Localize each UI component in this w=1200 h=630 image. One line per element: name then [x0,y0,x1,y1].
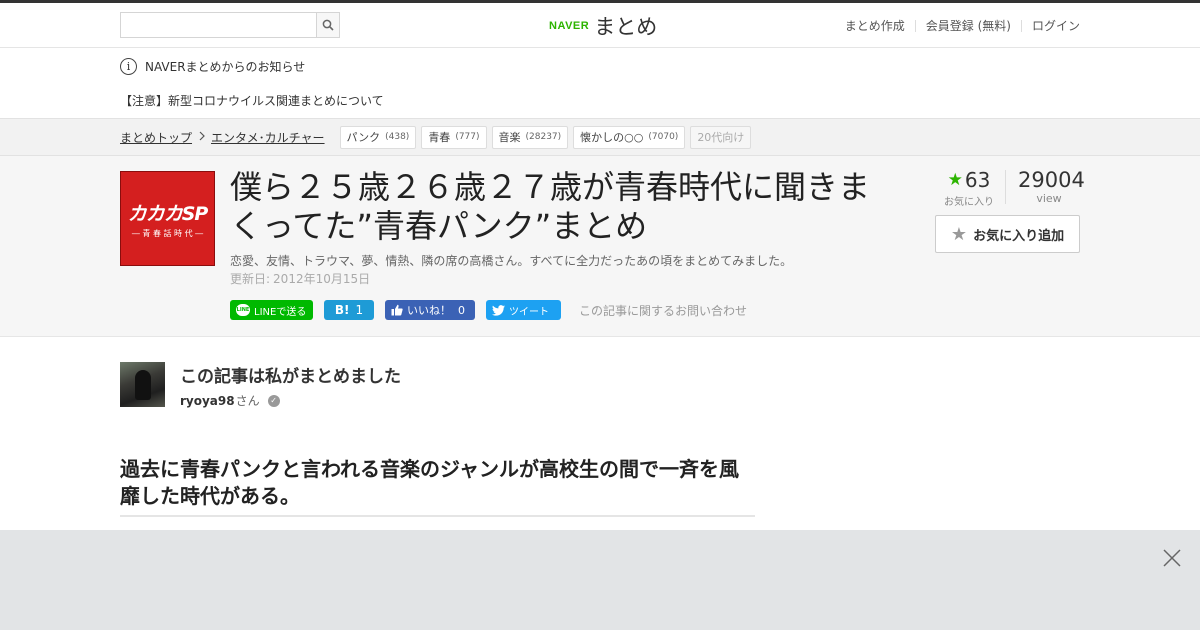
site-logo[interactable]: NAVER まとめ [549,11,657,41]
notice-title: i NAVERまとめからのお知らせ [120,58,305,75]
notice-section: i NAVERまとめからのお知らせ 【注意】新型コロナウイルス関連まとめについて [0,48,1200,118]
thumbnail-subtext: ― 青 春 話 時 代 ― [131,228,204,238]
tag-label: 懐かしの○○ [580,131,644,144]
verified-check-icon: ✓ [267,394,280,407]
tag-count: (777) [455,132,480,142]
tag-item[interactable]: パンク (438) [339,125,417,149]
line-share-button[interactable]: LINE LINEで送る [230,300,313,320]
tag-count: (28237) [525,132,562,142]
article-description: 恋愛、友情、トラウマ、夢、情熱、隣の席の高橋さん。すべてに全力だったあの頃をまと… [230,254,793,268]
add-favorite-label: お気に入り追加 [973,228,1065,244]
hatena-bookmark-button[interactable]: B! 1 [324,300,374,320]
author-heading: この記事は私がまとめました [180,367,401,387]
favorite-label: お気に入り [944,197,994,208]
hatena-icon: B! [334,303,350,317]
tweet-button[interactable]: ツイート [486,300,561,320]
author-suffix: さん [235,394,260,408]
search-icon [322,19,334,31]
add-favorite-button[interactable]: ★ お気に入り追加 [935,215,1080,253]
header-nav: まとめ作成 会員登録 (無料) ログイン [845,17,1080,34]
author-section: この記事は私がまとめました ryoya98 さん ✓ [0,337,1200,437]
view-number: 29004 [1018,168,1085,192]
tweet-label: ツイート [509,306,549,318]
line-icon: LINE [236,304,250,316]
facebook-like-count: 0 [458,303,465,317]
tag-list: パンク (438) 青春 (777) 音楽 (28237) 懐かしの○○ (7070) … [339,125,757,149]
site-header: NAVER まとめ まとめ作成 会員登録 (無料) ログイン [0,3,1200,48]
stats-divider [1005,170,1006,204]
search-input[interactable] [120,12,316,38]
breadcrumb-top[interactable]: まとめトップ [120,129,192,146]
avatar-figure [135,370,151,400]
tag-count: (438) [385,132,410,142]
tag-label: 青春 [428,131,451,144]
notice-link[interactable]: 【注意】新型コロナウイルス関連まとめについて [120,92,384,109]
star-icon: ★ [947,170,963,190]
tag-label: 20代向け [697,131,745,144]
breadcrumb-category[interactable]: エンタメ･カルチャー [211,129,325,146]
chevron-right-icon [199,131,205,144]
search-box [120,12,340,38]
line-share-label: LINEで送る [254,306,307,318]
article-header: カカカSP ― 青 春 話 時 代 ― 僕ら２５歳２６歳２７歳が青春時代に聞きま… [0,156,1200,337]
updated-value: 2012年10月15日 [273,272,371,286]
favorite-number: 63 [964,168,991,192]
tag-count: (7070) [648,132,679,142]
view-label: view [1036,192,1062,205]
updated-label: 更新日: [230,272,271,286]
favorite-count: ★ 63 お気に入り [933,168,1005,208]
nav-register[interactable]: 会員登録 (無料) [926,17,1011,34]
tag-item[interactable]: 青春 (777) [421,125,487,149]
author-name-row: ryoya98 さん ✓ [180,392,280,409]
facebook-like-label: いいね！ [407,304,451,317]
author-name[interactable]: ryoya98 [180,394,235,408]
view-count: 29004 view [1018,168,1085,208]
hatena-count: 1 [355,303,364,317]
nav-divider [914,19,916,32]
tag-item[interactable]: 音楽 (28237) [491,125,569,149]
inquiry-link[interactable]: この記事に関するお問い合わせ [579,302,747,319]
twitter-bird-icon [492,304,505,316]
nav-login[interactable]: ログイン [1032,17,1080,34]
logo-naver: NAVER [549,20,590,32]
breadcrumb: まとめトップ エンタメ･カルチャー パンク (438) 青春 (777) 音楽 (28… [0,118,1200,156]
notice-title-text: NAVERまとめからのお知らせ [145,60,306,74]
nav-create-matome[interactable]: まとめ作成 [845,17,905,34]
tag-item[interactable]: 懐かしの○○ (7070) [573,125,686,149]
tag-label: パンク [346,131,381,144]
star-outline-icon: ★ [950,223,968,245]
search-button[interactable] [316,12,340,38]
info-icon: i [120,58,137,75]
avatar[interactable] [120,362,165,407]
page-title: 僕ら２５歳２６歳２７歳が青春時代に聞きまくってた”青春パンク”まとめ [230,168,871,245]
article-stats: ★ 63 お気に入り 29004 view [933,168,1085,208]
logo-matome: まとめ [594,15,658,39]
tag-item[interactable]: 20代向け [690,125,752,149]
thumbs-up-icon [391,304,403,316]
ad-banner [0,530,1200,630]
share-buttons: LINE LINEで送る B! 1 いいね！ 0 ツイート この記事に関するお問… [230,300,747,320]
thumbnail-text: カカカSP [127,202,209,225]
tag-label: 音楽 [498,131,521,144]
nav-divider [1020,19,1022,32]
section-heading: 過去に青春パンクと言われる音楽のジャンルが高校生の間で一斉を風靡した時代がある。 [120,456,755,517]
close-icon[interactable] [1161,547,1183,569]
facebook-like-button[interactable]: いいね！ 0 [385,300,475,320]
article-thumbnail[interactable]: カカカSP ― 青 春 話 時 代 ― [120,171,215,266]
updated-date: 更新日: 2012年10月15日 [230,270,370,287]
